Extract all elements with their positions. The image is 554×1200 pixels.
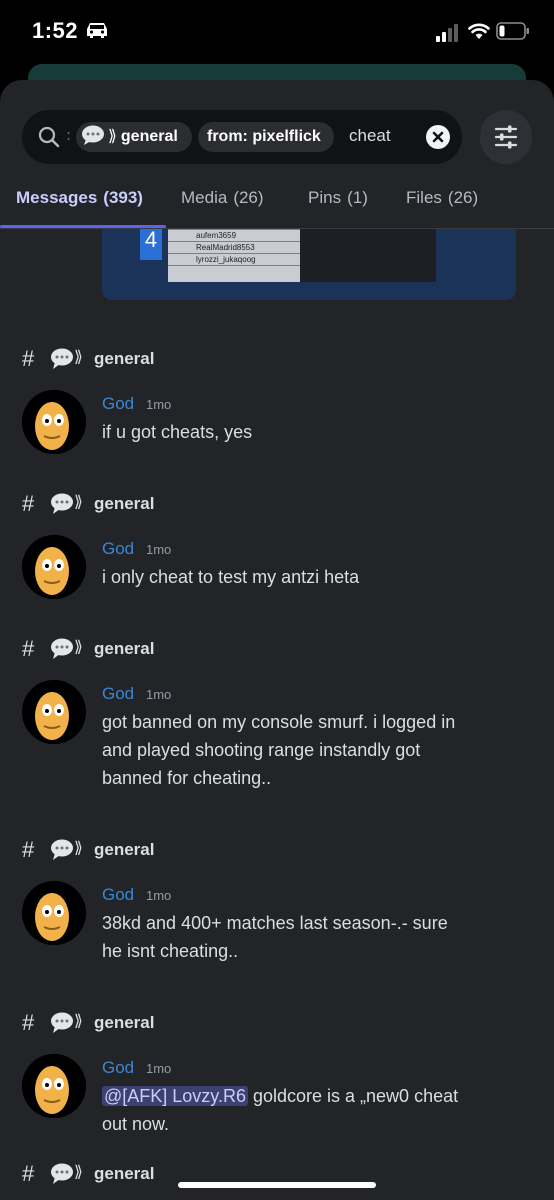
active-tab-indicator [0, 225, 166, 228]
message-line: banned for cheating.. [102, 768, 272, 788]
filter-sliders-icon [494, 125, 518, 149]
message-line: he isnt cheating.. [102, 941, 239, 961]
message-content: 38kd and 400+ matches last season-.- sur… [102, 909, 522, 965]
hash-icon: # [22, 491, 35, 516]
tab-count: (26) [447, 188, 479, 207]
hash-icon: # [22, 1010, 35, 1035]
chevron-icon: ⟫ [74, 838, 83, 857]
chat-bubble-icon [51, 348, 73, 369]
timestamp: 1mo [146, 542, 172, 557]
timestamp: 1mo [146, 888, 172, 903]
tab-count: (393) [103, 188, 143, 207]
message-line: @[AFK] Lovzy.R6 goldcore is a „new0 chea… [102, 1082, 522, 1110]
author-name[interactable]: God [102, 684, 134, 704]
chip-chevron-icon: ⟫ [108, 128, 117, 145]
hash-icon: # [22, 837, 35, 862]
search-query-text[interactable]: cheat [349, 126, 391, 146]
author-name[interactable]: God [102, 885, 134, 905]
timestamp: 1mo [146, 1061, 172, 1076]
tab-pins[interactable]: Pins (1) [308, 188, 368, 208]
channel-filter-chip[interactable]: ⟫ general [76, 122, 192, 152]
home-indicator[interactable] [178, 1182, 376, 1188]
battery-icon [496, 22, 529, 40]
clear-search-button[interactable] [426, 125, 450, 149]
scoreboard-row: RealMadrid8553 [168, 242, 300, 254]
clear-icon [432, 131, 444, 143]
message-line: if u got cheats, yes [102, 422, 253, 442]
hash-icon: # [22, 1161, 35, 1186]
hash-icon: # [22, 346, 35, 371]
chevron-icon: ⟫ [74, 637, 83, 656]
avatar-face-icon [22, 390, 86, 454]
clock: 1:52 [32, 18, 79, 43]
search-filters-button[interactable] [480, 110, 532, 164]
avatar-face-icon [22, 535, 86, 599]
avatar-face-icon [22, 1054, 86, 1118]
status-bar: 1:52 [0, 0, 554, 70]
avatar[interactable] [22, 881, 86, 945]
car-icon [87, 23, 107, 38]
message-content: @[AFK] Lovzy.R6 goldcore is a „new0 chea… [102, 1082, 522, 1138]
channel-name: general [94, 1013, 155, 1032]
tab-count: (26) [233, 188, 264, 207]
tab-messages[interactable]: Messages (393) [16, 188, 143, 208]
chat-bubble-icon [51, 638, 73, 659]
tab-files[interactable]: Files (26) [406, 188, 478, 208]
chevron-icon: ⟫ [74, 347, 83, 366]
tab-count: (1) [347, 188, 368, 207]
message-line: and played shooting range instandly got [102, 740, 421, 760]
channel-name: general [94, 349, 155, 368]
author-name[interactable]: God [102, 394, 134, 414]
timestamp: 1mo [146, 397, 172, 412]
message-content: if u got cheats, yes [102, 418, 522, 446]
scoreboard-row: aufem3659 [168, 230, 300, 242]
avatar[interactable] [22, 680, 86, 744]
author-name[interactable]: God [102, 539, 134, 559]
scoreboard-row: lyrozzi_jukaqoog [168, 254, 300, 266]
message-line: out now. [102, 1114, 170, 1134]
search-input[interactable]: : ⟫ general from: pixelflick cheat [22, 110, 462, 164]
search-tabs: Messages (393) Media (26) Pins (1) Files (26… [0, 184, 554, 229]
channel-name: general [94, 840, 155, 859]
chat-bubble-icon [51, 493, 73, 514]
author-name[interactable]: God [102, 1058, 134, 1078]
tab-media[interactable]: Media (26) [181, 188, 264, 208]
filter-separator: : [66, 126, 72, 144]
chat-bubble-icon [51, 839, 73, 860]
signal-icon [436, 24, 458, 42]
message-line: got banned on my console smurf. i logged… [102, 712, 456, 732]
channel-name: general [94, 1164, 155, 1183]
avatar[interactable] [22, 390, 86, 454]
search-results-sheet: : ⟫ general from: pixelflick cheat 4 auf… [0, 80, 554, 1200]
wifi-icon [468, 23, 490, 39]
avatar[interactable] [22, 1054, 86, 1118]
search-bar-row: : ⟫ general from: pixelflick cheat [22, 110, 532, 164]
channel-chip-label: general [120, 128, 178, 145]
tab-label: Media [181, 188, 228, 207]
user-mention[interactable]: @[AFK] Lovzy.R6 [102, 1086, 248, 1106]
tab-label: Messages [16, 188, 98, 207]
timestamp: 1mo [146, 687, 172, 702]
hash-icon: # [22, 636, 35, 661]
channel-name: general [94, 639, 155, 658]
tab-label: Files [406, 188, 442, 207]
avatar[interactable] [22, 535, 86, 599]
message-line: i only cheat to test my antzi heta [102, 567, 360, 587]
avatar-face-icon [22, 680, 86, 744]
chat-bubble-icon [51, 1163, 73, 1184]
search-icon [38, 126, 60, 148]
chat-bubble-icon [82, 125, 104, 145]
message-line: 38kd and 400+ matches last season-.- sur… [102, 913, 448, 933]
message-text: goldcore is a „new0 cheat [247, 1086, 459, 1106]
message-content: got banned on my console smurf. i logged… [102, 708, 522, 792]
chat-bubble-icon [51, 1012, 73, 1033]
chevron-icon: ⟫ [74, 492, 83, 511]
message-content: i only cheat to test my antzi heta [102, 563, 522, 591]
tab-label: Pins [308, 188, 342, 207]
from-filter-chip[interactable]: from: pixelflick [198, 122, 334, 152]
avatar-face-icon [22, 881, 86, 945]
channel-name: general [94, 494, 155, 513]
chevron-icon: ⟫ [74, 1162, 83, 1181]
chevron-icon: ⟫ [74, 1011, 83, 1030]
